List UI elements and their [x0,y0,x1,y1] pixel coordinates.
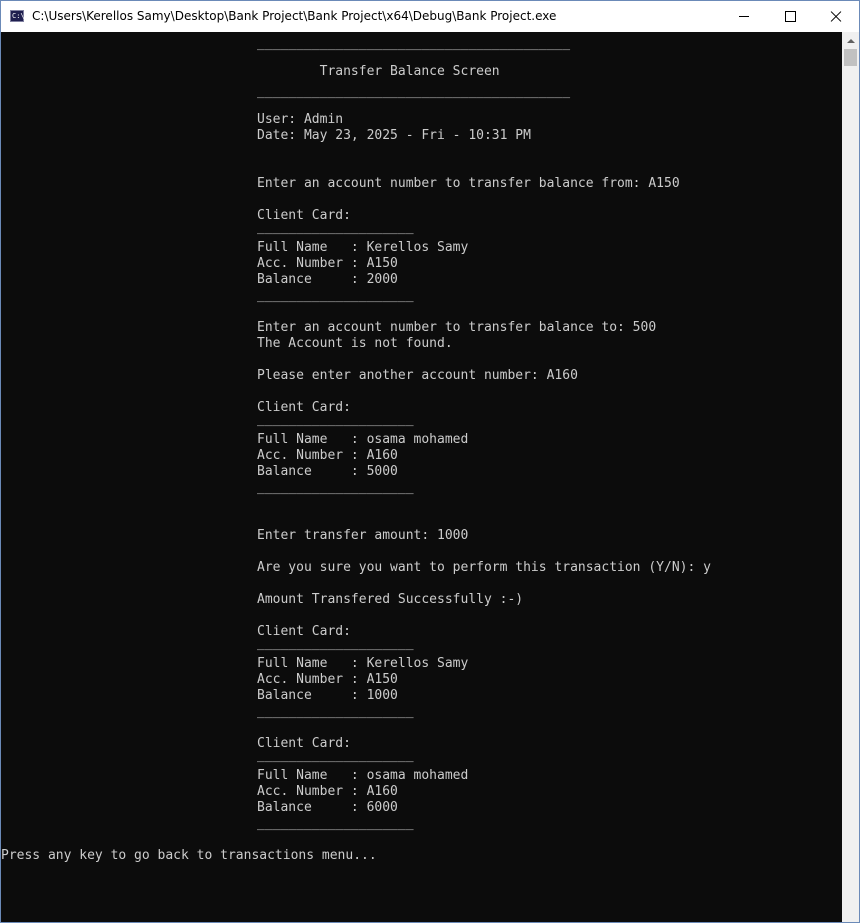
console-line: Balance : 5000 [257,464,398,479]
minimize-button[interactable] [721,1,767,32]
window-title: C:\Users\Kerellos Samy\Desktop\Bank Proj… [32,9,557,23]
console-line: Balance : 2000 [257,272,398,287]
console-app-icon[interactable]: C:\ [10,10,25,22]
console-line: Full Name : Kerellos Samy [257,656,469,671]
console-line: ____________________ [257,412,414,427]
console-line: Amount Transfered Successfully :-) [257,592,524,607]
console-line: ________________________________________ [257,36,571,51]
maximize-icon [784,11,796,22]
console-line: Enter an account number to transfer bala… [257,320,657,335]
console-line: Full Name : osama mohamed [257,432,469,447]
console-line: Please enter another account number: A16… [257,368,578,383]
screen-title: Transfer Balance Screen [257,64,500,79]
maximize-button[interactable] [767,1,813,32]
console-line: Enter transfer amount: 1000 [257,528,469,543]
console-line: Full Name : osama mohamed [257,768,469,783]
console-output[interactable]: ________________________________________… [1,32,842,922]
minimize-icon [739,16,749,17]
console-line: ____________________ [257,748,414,763]
console-line: ____________________ [257,704,414,719]
console-line: Balance : 6000 [257,800,398,815]
console-line: The Account is not found. [257,336,453,351]
console-line: Acc. Number : A160 [257,784,398,799]
scrollbar-thumb[interactable] [844,49,857,66]
vertical-scrollbar[interactable] [842,32,859,922]
console-line: Are you sure you want to perform this tr… [257,560,711,575]
title-bar[interactable]: C:\ C:\Users\Kerellos Samy\Desktop\Bank … [1,1,859,32]
console-line: Date: May 23, 2025 - Fri - 10:31 PM [257,128,531,143]
console-line: ________________________________________ [257,84,571,99]
console-line: Acc. Number : A150 [257,672,398,687]
console-window: C:\ C:\Users\Kerellos Samy\Desktop\Bank … [0,0,860,923]
close-icon [830,11,842,23]
console-line: ____________________ [257,636,414,651]
console-line: ____________________ [257,816,414,831]
console-line: ____________________ [257,288,414,303]
console-line: Balance : 1000 [257,688,398,703]
console-line: User: Admin [257,112,344,127]
console-line: ____________________ [257,480,414,495]
console-line: Acc. Number : A160 [257,448,398,463]
chevron-up-icon [846,38,855,43]
app-icon-text: C:\ [12,12,25,20]
console-line: Enter an account number to transfer bala… [257,176,680,191]
scroll-up-button[interactable] [842,32,859,49]
console-line: ____________________ [257,220,414,235]
console-line: Full Name : Kerellos Samy [257,240,469,255]
console-line: Press any key to go back to transactions… [1,848,377,863]
close-button[interactable] [813,1,859,32]
console-line: Acc. Number : A150 [257,256,398,271]
